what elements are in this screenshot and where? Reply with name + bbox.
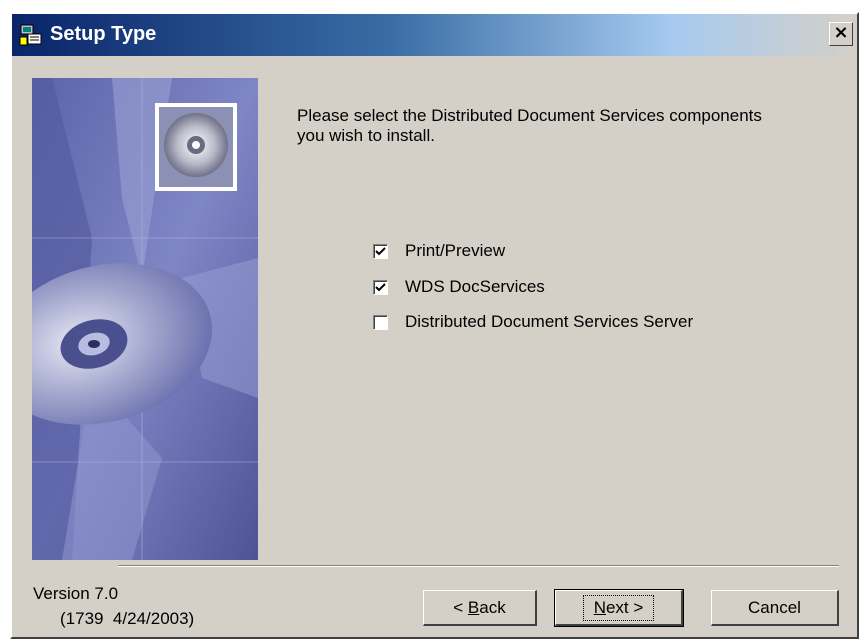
option-print-preview[interactable]: Print/Preview — [373, 240, 505, 262]
close-button[interactable]: × — [829, 22, 853, 46]
option-label: Distributed Document Services Server — [405, 312, 694, 331]
instruction-text: Please select the Distributed Document S… — [297, 106, 762, 145]
option-label: WDS DocServices — [405, 277, 545, 296]
footer-separator — [118, 565, 839, 567]
back-button-label: < Back — [453, 597, 506, 617]
title-bar[interactable]: Setup Type × — [12, 14, 857, 56]
next-button[interactable]: Next > — [554, 589, 684, 627]
version-label: Version 7.0 — [33, 584, 119, 603]
next-button-label: Next > — [582, 594, 655, 621]
close-icon: × — [833, 22, 849, 43]
checkmark-icon — [375, 246, 386, 255]
setup-app-icon — [19, 24, 42, 46]
back-button[interactable]: < Back — [423, 590, 537, 626]
wds-docservices-checkbox[interactable] — [373, 279, 388, 295]
cd-disc-graphic — [32, 78, 258, 560]
build-info: (1739 4/24/2003) — [60, 609, 195, 628]
dds-server-checkbox[interactable] — [373, 314, 388, 330]
print-preview-checkbox[interactable] — [373, 243, 388, 259]
option-dds-server[interactable]: Distributed Document Services Server — [373, 311, 693, 333]
checkmark-icon — [375, 282, 386, 291]
cancel-button[interactable]: Cancel — [711, 590, 839, 626]
setup-dialog: Setup Type × Please select the Distribut… — [10, 12, 859, 639]
option-wds-docservices[interactable]: WDS DocServices — [373, 276, 545, 298]
window-title: Setup Type — [50, 23, 157, 45]
cancel-button-label: Cancel — [748, 597, 801, 617]
option-label: Print/Preview — [405, 241, 506, 260]
